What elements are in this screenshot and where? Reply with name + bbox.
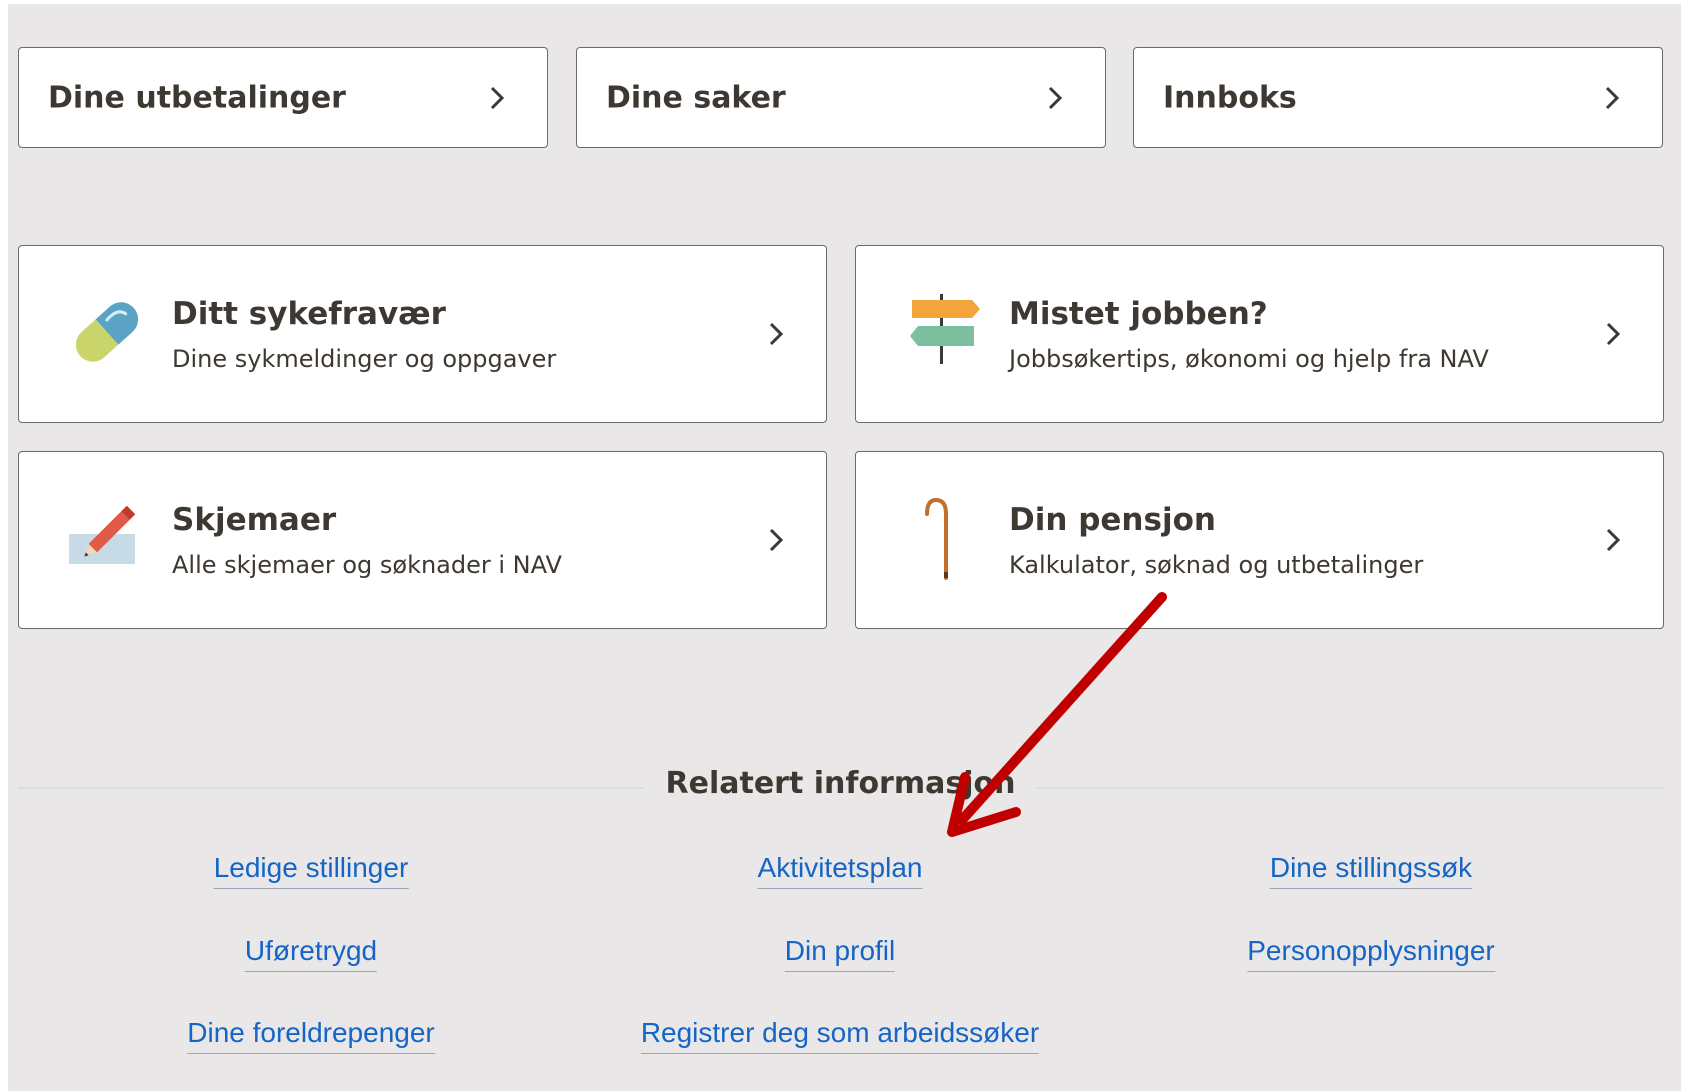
chevron-right-icon xyxy=(1606,322,1621,346)
chevron-right-icon xyxy=(1048,86,1063,109)
link-dine-stillingssok[interactable]: Dine stillingssøk xyxy=(1269,852,1473,889)
link-uforetrygd[interactable]: Uføretrygd xyxy=(244,935,378,972)
din-pensjon-title: Din pensjon xyxy=(1009,502,1216,538)
skjemaer-subtitle: Alle skjemaer og søknader i NAV xyxy=(172,551,562,579)
signpost-icon xyxy=(910,294,980,364)
link-dine-foreldrepenger[interactable]: Dine foreldrepenger xyxy=(187,1017,435,1054)
chevron-right-icon xyxy=(769,528,784,552)
din-pensjon-subtitle: Kalkulator, søknad og utbetalinger xyxy=(1009,551,1424,579)
pill-icon xyxy=(75,302,139,362)
link-registrer-arbeidssoker[interactable]: Registrer deg som arbeidssøker xyxy=(640,1017,1040,1054)
link-aktivitetsplan[interactable]: Aktivitetsplan xyxy=(757,852,923,889)
link-ledige-stillinger[interactable]: Ledige stillinger xyxy=(213,852,409,889)
ditt-sykefravaer-subtitle: Dine sykmeldinger og oppgaver xyxy=(172,345,557,373)
chevron-right-icon xyxy=(490,86,505,109)
skjemaer-card[interactable]: Skjemaer Alle skjemaer og søknader i NAV xyxy=(18,451,827,629)
link-din-profil[interactable]: Din profil xyxy=(784,935,896,972)
related-heading: Relatert informasjon xyxy=(0,766,1681,801)
dine-utbetalinger-card[interactable]: Dine utbetalinger xyxy=(18,47,548,148)
skjemaer-title: Skjemaer xyxy=(172,502,337,538)
link-personopplysninger[interactable]: Personopplysninger xyxy=(1247,935,1495,972)
pencil-form-icon xyxy=(69,505,136,564)
din-pensjon-card[interactable]: Din pensjon Kalkulator, søknad og utbeta… xyxy=(855,451,1664,629)
innboks-label: Innboks xyxy=(1163,80,1297,115)
chevron-right-icon xyxy=(1606,528,1621,552)
ditt-sykefravaer-card[interactable]: Ditt sykefravær Dine sykmeldinger og opp… xyxy=(18,245,827,423)
mistet-jobben-card[interactable]: Mistet jobben? Jobbsøkertips, økonomi og… xyxy=(855,245,1664,423)
dine-saker-label: Dine saker xyxy=(606,80,786,115)
chevron-right-icon xyxy=(1605,86,1620,109)
ditt-sykefravaer-title: Ditt sykefravær xyxy=(172,296,446,332)
innboks-card[interactable]: Innboks xyxy=(1133,47,1663,148)
mistet-jobben-title: Mistet jobben? xyxy=(1009,296,1268,332)
dine-utbetalinger-label: Dine utbetalinger xyxy=(48,80,346,115)
cane-icon xyxy=(925,497,948,580)
dine-saker-card[interactable]: Dine saker xyxy=(576,47,1106,148)
mistet-jobben-subtitle: Jobbsøkertips, økonomi og hjelp fra NAV xyxy=(1009,345,1489,373)
chevron-right-icon xyxy=(769,322,784,346)
